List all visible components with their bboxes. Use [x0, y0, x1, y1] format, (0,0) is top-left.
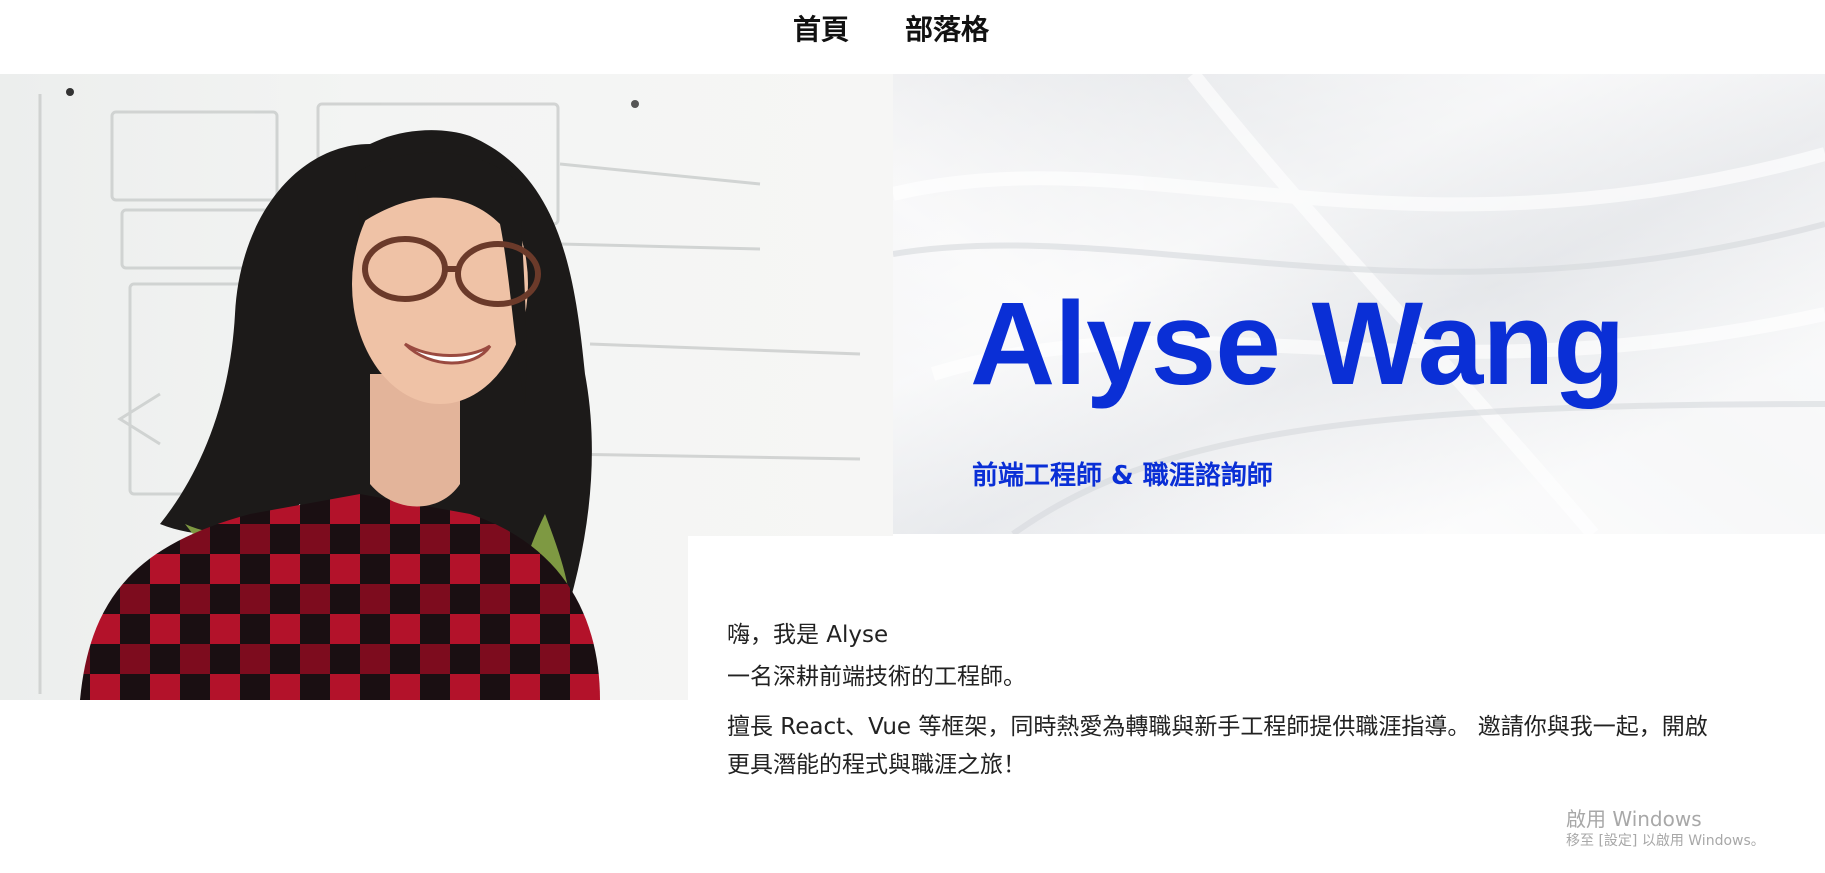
intro-card: 嗨，我是 Alyse 一名深耕前端技術的工程師。 擅長 React、Vue 等框…: [688, 536, 1764, 836]
hero-name: Alyse Wang: [970, 278, 1625, 410]
nav-link-blog[interactable]: 部落格: [905, 12, 989, 48]
top-nav: 首頁 部落格: [0, 0, 1825, 74]
nav-link-home[interactable]: 首頁: [793, 12, 849, 48]
intro-description: 擅長 React、Vue 等框架，同時熱愛為轉職與新手工程師提供職涯指導。 邀請…: [727, 714, 1708, 778]
intro-tagline: 一名深耕前端技術的工程師。: [727, 664, 1026, 690]
windows-activation-watermark: 啟用 Windows 移至 [設定] 以啟用 Windows。: [1566, 806, 1765, 850]
watermark-subtitle: 移至 [設定] 以啟用 Windows。: [1566, 833, 1765, 849]
hero-subtitle: 前端工程師 & 職涯諮詢師: [972, 461, 1273, 491]
watermark-title: 啟用 Windows: [1566, 807, 1702, 831]
intro-greeting: 嗨，我是 Alyse: [727, 622, 889, 648]
